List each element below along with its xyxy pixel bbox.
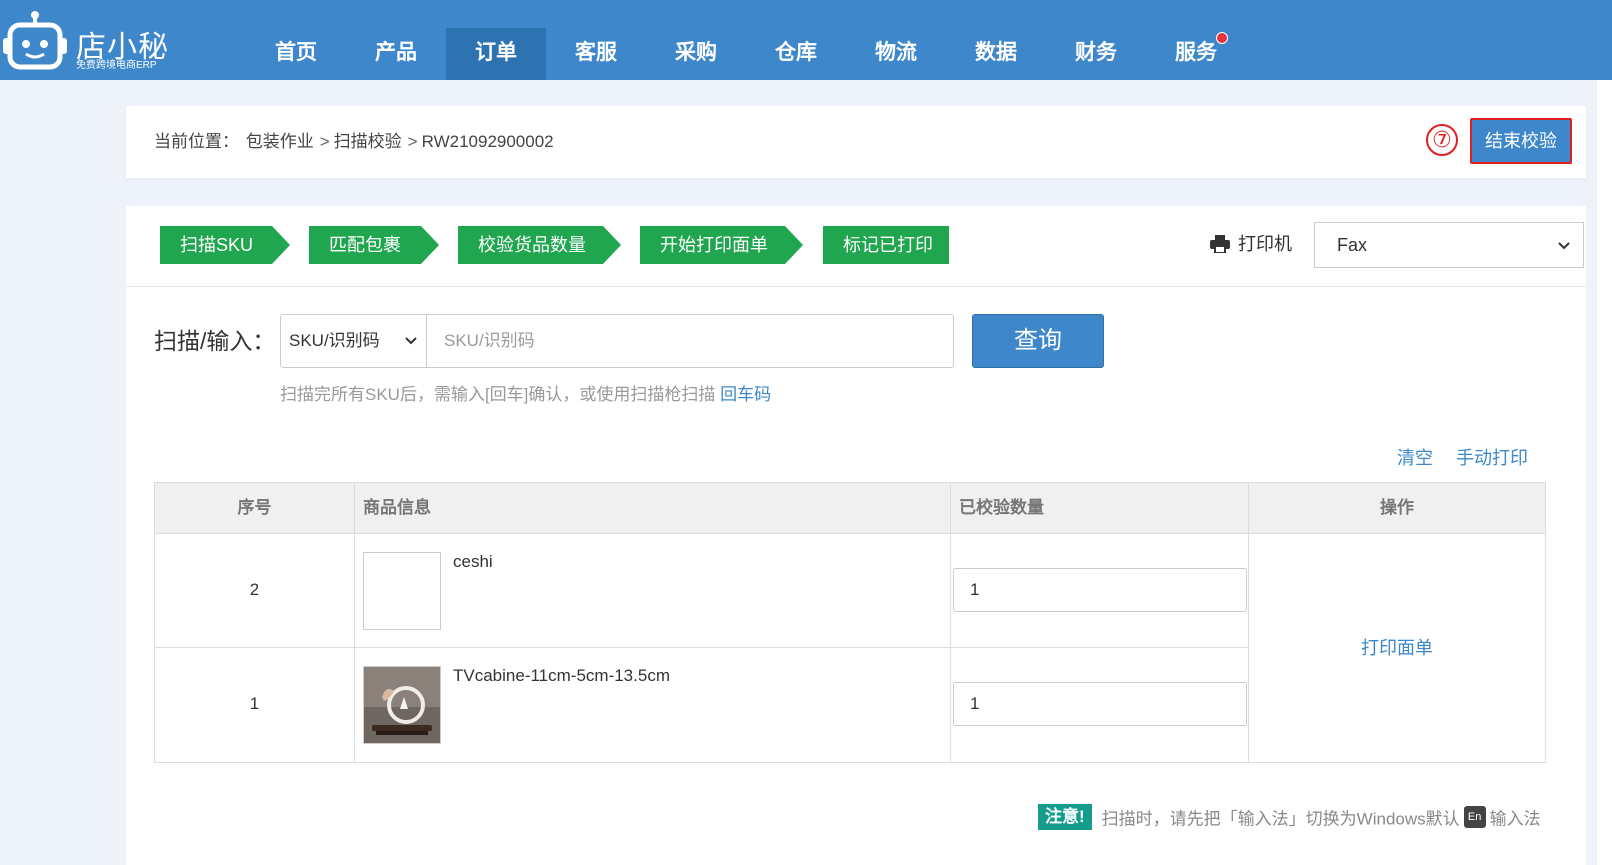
printer-label: 打印机: [1210, 230, 1292, 256]
page-right-edge-top: [1597, 0, 1612, 80]
row-qty: 1: [951, 648, 1249, 762]
product-name: ceshi: [453, 552, 493, 571]
nav-item-home[interactable]: 首页: [246, 28, 346, 80]
checked-items-table: 序号 商品信息 已校验数量 操作 2 ceshi 1 1 TVcabine-11…: [154, 482, 1546, 763]
sku-search-input[interactable]: [428, 315, 948, 367]
table-actions: 清空 手动打印: [1379, 444, 1528, 470]
product-name: TVcabine-11cm-5cm-13.5cm: [453, 666, 670, 685]
nav-item-logistics[interactable]: 物流: [846, 28, 946, 80]
scan-hint-text: 扫描完所有SKU后，需输入[回车]确认，或使用扫描枪扫描: [280, 385, 721, 404]
header-operation: 操作: [1380, 498, 1414, 517]
enter-code-link[interactable]: 回车码: [720, 385, 771, 404]
nav-item-services-label: 服务: [1175, 41, 1217, 64]
product-photo-icon: [364, 667, 440, 743]
printer-icon: [1210, 235, 1230, 253]
nav-item-purchasing[interactable]: 采购: [646, 28, 746, 80]
robot-logo-icon: [3, 11, 67, 70]
breadcrumb-card: 当前位置： 包装作业 > 扫描校验 > RW21092900002 ⑦ 结束校验: [126, 106, 1586, 178]
notice-text-end: 输入法: [1489, 809, 1541, 829]
notice-text: 扫描时，请先把「输入法」切换为Windows默认: [1101, 809, 1460, 829]
printer-label-text: 打印机: [1238, 234, 1292, 254]
breadcrumb-task-id: RW21092900002: [421, 132, 554, 151]
row-seq: 1: [155, 648, 355, 762]
section-divider: [126, 286, 1586, 287]
scan-check-panel: 扫描SKU 匹配包裹 校验货品数量 开始打印面单 标记已打印 打印机 Fax 扫…: [126, 206, 1586, 865]
breadcrumb-packing[interactable]: 包装作业: [246, 132, 314, 151]
page-right-edge: [1597, 0, 1612, 865]
breadcrumb-separator: >: [407, 132, 418, 151]
row-product: ceshi: [355, 534, 951, 648]
row-product: TVcabine-11cm-5cm-13.5cm: [355, 648, 951, 762]
breadcrumb-label: 当前位置：: [154, 132, 239, 151]
header-product-info: 商品信息: [355, 483, 951, 533]
step-scan-sku: 扫描SKU: [160, 226, 290, 264]
scan-input-label: 扫描/输入：: [154, 328, 276, 354]
checked-qty-input[interactable]: 1: [953, 568, 1247, 612]
printer-select[interactable]: Fax: [1314, 222, 1584, 268]
breadcrumb-scan-check[interactable]: 扫描校验: [334, 132, 402, 151]
top-navigation-bar: 店小秘 免费跨境电商ERP 首页 产品 订单 客服 采购 仓库 物流 数据 财务…: [0, 0, 1612, 80]
header-checked-qty: 已校验数量: [951, 483, 1249, 533]
row-seq: 2: [155, 534, 355, 648]
chevron-down-icon: [405, 337, 417, 345]
printer-selected-value: Fax: [1337, 235, 1368, 255]
checked-qty-input[interactable]: 1: [953, 682, 1247, 726]
scan-type-select[interactable]: SKU/识别码: [281, 315, 427, 367]
nav-item-finance[interactable]: 财务: [1046, 28, 1146, 80]
brand-tagline: 免费跨境电商ERP: [76, 60, 157, 71]
step-start-print-label: 开始打印面单: [640, 226, 803, 264]
step-marker: ⑦: [1426, 124, 1458, 156]
nav-item-warehouse[interactable]: 仓库: [746, 28, 846, 80]
query-button[interactable]: 查询: [972, 314, 1104, 368]
manual-print-link[interactable]: 手动打印: [1456, 448, 1528, 468]
nav-item-customer-service[interactable]: 客服: [546, 28, 646, 80]
notice-tag: 注意!: [1038, 804, 1092, 830]
nav-item-data[interactable]: 数据: [946, 28, 1046, 80]
clear-link[interactable]: 清空: [1397, 448, 1433, 468]
row-operation: 打印面单: [1249, 534, 1545, 762]
en-ime-badge: En: [1463, 806, 1486, 828]
product-thumbnail: [363, 666, 441, 744]
nav-item-products[interactable]: 产品: [346, 28, 446, 80]
header-seq: 序号: [155, 483, 355, 533]
scan-input-group: SKU/识别码: [280, 314, 954, 368]
chevron-down-icon: [1558, 242, 1570, 250]
table-row: 1 TVcabine-11cm-5cm-13.5cm 1: [155, 648, 1249, 762]
breadcrumb-separator: >: [319, 132, 330, 151]
row-qty: 1: [951, 534, 1249, 648]
main-nav: 首页 产品 订单 客服 采购 仓库 物流 数据 财务 服务: [246, 28, 1246, 80]
step-verify-quantity: 校验货品数量: [458, 226, 621, 264]
step-mark-printed: 标记已打印: [823, 226, 949, 264]
brand-logo[interactable]: 店小秘 免费跨境电商ERP: [2, 8, 172, 72]
step-match-package: 匹配包裹: [309, 226, 439, 264]
nav-item-services[interactable]: 服务: [1146, 28, 1246, 80]
product-thumbnail-empty: [363, 552, 441, 630]
print-label-link[interactable]: 打印面单: [1361, 638, 1433, 658]
table-header: 序号 商品信息 已校验数量 操作: [155, 483, 1545, 534]
breadcrumb: 当前位置： 包装作业 > 扫描校验 > RW21092900002: [154, 106, 556, 178]
ime-notice: 注意! 扫描时，请先把「输入法」切换为Windows默认 En 输入法: [1038, 804, 1541, 830]
table-row: 2 ceshi 1: [155, 534, 1249, 648]
table-body: 2 ceshi 1 1 TVcabine-11cm-5cm-13.5cm 1 打…: [155, 534, 1545, 762]
scan-type-value: SKU/识别码: [289, 331, 380, 350]
scan-hint: 扫描完所有SKU后，需输入[回车]确认，或使用扫描枪扫描 回车码: [280, 380, 771, 405]
nav-item-orders[interactable]: 订单: [446, 28, 546, 80]
end-check-button[interactable]: 结束校验: [1470, 118, 1572, 164]
notification-dot: [1216, 32, 1228, 44]
